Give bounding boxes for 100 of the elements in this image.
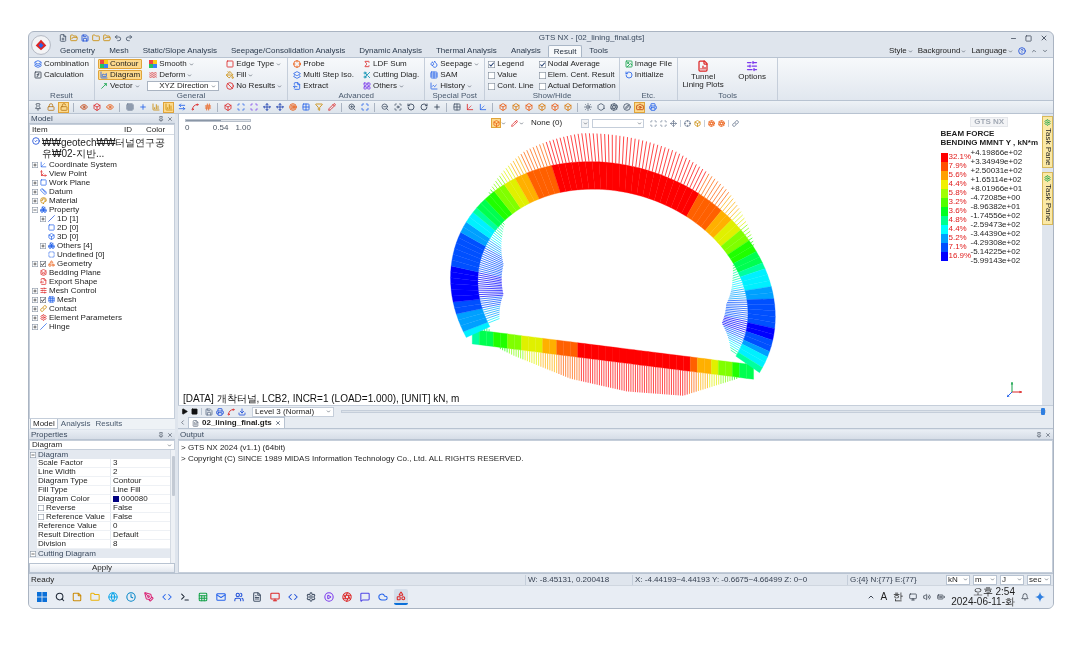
cube-icon[interactable] — [694, 119, 702, 127]
expand-icon[interactable] — [32, 197, 38, 204]
toolbar-button[interactable] — [300, 101, 311, 113]
folder-icon[interactable] — [70, 34, 78, 42]
ribbon-button[interactable]: Extract — [291, 81, 356, 91]
expand-icon[interactable] — [40, 242, 46, 249]
property-value[interactable]: False — [113, 504, 133, 512]
crosshair-icon[interactable] — [684, 119, 692, 127]
panel-tab[interactable]: Results — [93, 419, 125, 429]
checkbox[interactable] — [40, 296, 46, 303]
download-icon[interactable] — [238, 407, 246, 416]
toolbar-button[interactable] — [595, 101, 606, 113]
property-value[interactable]: 2 — [113, 468, 118, 476]
model-viewport[interactable] — [178, 114, 1042, 405]
tree-item[interactable]: 3D [0] — [57, 232, 79, 241]
ribbon-button[interactable]: Multi Step Iso. — [291, 70, 356, 80]
ribbon-tab[interactable]: Dynamic Analysis — [352, 45, 429, 57]
toolbar-button[interactable] — [431, 101, 442, 113]
toolbar-button[interactable] — [274, 101, 285, 113]
curve-icon[interactable] — [227, 407, 235, 416]
taskbar-app-button[interactable] — [394, 589, 408, 605]
view-tool-button[interactable] — [509, 118, 519, 128]
toolbar-button[interactable] — [405, 101, 416, 113]
property-value[interactable]: 8 — [113, 540, 118, 548]
property-value[interactable]: Default — [113, 531, 139, 539]
slider-thumb[interactable] — [1041, 408, 1045, 415]
maximize-icon[interactable] — [1025, 34, 1032, 42]
toolbar-button[interactable] — [451, 101, 462, 113]
panel-tab[interactable]: Analysis — [58, 419, 93, 429]
collapse-icon[interactable] — [30, 451, 36, 458]
taskbar-app-button[interactable] — [340, 589, 354, 605]
toolbar-button[interactable] — [621, 101, 632, 113]
ribbon-button[interactable]: Cutting Diag. — [360, 70, 422, 80]
toolbar-button[interactable] — [326, 101, 337, 113]
clock-time[interactable]: 오후 2:54 — [972, 587, 1015, 597]
ribbon-tab[interactable]: Seepage/Consolidation Analysis — [223, 45, 353, 57]
ribbon-tab[interactable]: Result — [547, 45, 583, 57]
tree-item[interactable]: Material — [49, 196, 78, 205]
panel-tab[interactable]: Model — [30, 419, 58, 429]
toolbar-button[interactable] — [582, 101, 593, 113]
ribbon-button[interactable]: Probe — [291, 59, 356, 69]
ribbon-tab[interactable]: Mesh — [102, 45, 136, 57]
tree-item[interactable]: Export Shape — [49, 277, 98, 286]
tree-item[interactable]: Hinge — [49, 322, 70, 331]
ribbon-button[interactable]: Diagram — [97, 70, 143, 80]
toolbar-button[interactable] — [287, 101, 298, 113]
toolbar-button[interactable] — [464, 101, 475, 113]
tree-item[interactable]: Coordinate System — [49, 160, 118, 169]
ribbon-button[interactable]: Smooth — [147, 59, 220, 69]
expand-icon[interactable] — [32, 161, 38, 168]
bell-icon[interactable] — [1021, 593, 1029, 601]
expand-icon[interactable] — [32, 188, 38, 195]
ribbon-button[interactable]: No Results — [224, 81, 285, 91]
expand-icon[interactable] — [32, 260, 38, 267]
tree-item[interactable]: 2D [0] — [57, 223, 79, 232]
checkbox[interactable] — [488, 82, 496, 90]
pin-icon[interactable] — [1036, 431, 1042, 438]
app-logo-icon[interactable] — [31, 34, 51, 55]
redo-icon[interactable] — [125, 34, 133, 42]
unit-dropdown[interactable]: m — [973, 574, 997, 585]
expand-icon[interactable] — [32, 305, 38, 312]
collapse-icon[interactable] — [32, 206, 38, 213]
toolbar-button[interactable] — [176, 101, 187, 113]
aperture-icon[interactable] — [708, 119, 716, 127]
dropdown-field[interactable] — [592, 118, 645, 128]
scroll-left-icon[interactable] — [179, 419, 186, 426]
ribbon-button[interactable]: Image File — [622, 59, 675, 69]
folder-icon[interactable] — [103, 34, 111, 42]
tree-item[interactable]: Datum — [49, 187, 73, 196]
tree-item[interactable]: Others [4] — [57, 241, 93, 250]
toolbar-button[interactable] — [261, 101, 272, 113]
tray-text[interactable]: A — [880, 592, 888, 602]
apply-button[interactable]: Apply — [29, 563, 175, 573]
slider-track[interactable] — [341, 410, 1046, 413]
ribbon-tab[interactable]: Static/Slope Analysis — [135, 45, 224, 57]
battery-icon[interactable] — [937, 593, 946, 601]
unit-dropdown[interactable]: sec — [1027, 574, 1051, 585]
aperture-icon[interactable] — [718, 119, 726, 127]
toolbar-button[interactable] — [189, 101, 200, 113]
expand-icon[interactable] — [32, 296, 38, 303]
checkbox[interactable] — [38, 505, 44, 511]
checkbox[interactable] — [538, 71, 546, 79]
ribbon-button[interactable]: Fill — [224, 70, 285, 80]
save-icon[interactable] — [81, 34, 89, 42]
ribbon-button[interactable]: Others — [360, 81, 422, 91]
property-value[interactable]: Line Fill — [113, 486, 141, 494]
task-pane-tab[interactable]: Task Pane — [1042, 116, 1053, 169]
slider-track[interactable] — [185, 119, 251, 122]
monitor-icon[interactable] — [909, 593, 918, 601]
expand-icon[interactable] — [32, 287, 38, 294]
ribbon-button[interactable]: Vector — [97, 81, 143, 91]
document-tab[interactable]: 02_lining_final.gts — [188, 417, 285, 428]
ribbon-button[interactable]: Deform — [147, 70, 220, 80]
toolbar-button[interactable] — [477, 101, 488, 113]
toolbar-button[interactable] — [647, 101, 658, 113]
taskbar-app-button[interactable] — [322, 589, 336, 605]
scan-icon[interactable] — [660, 119, 668, 127]
property-value[interactable]: 0 — [113, 522, 118, 530]
chevron-up-icon[interactable] — [866, 593, 875, 601]
ribbon-button[interactable]: History — [428, 81, 482, 91]
